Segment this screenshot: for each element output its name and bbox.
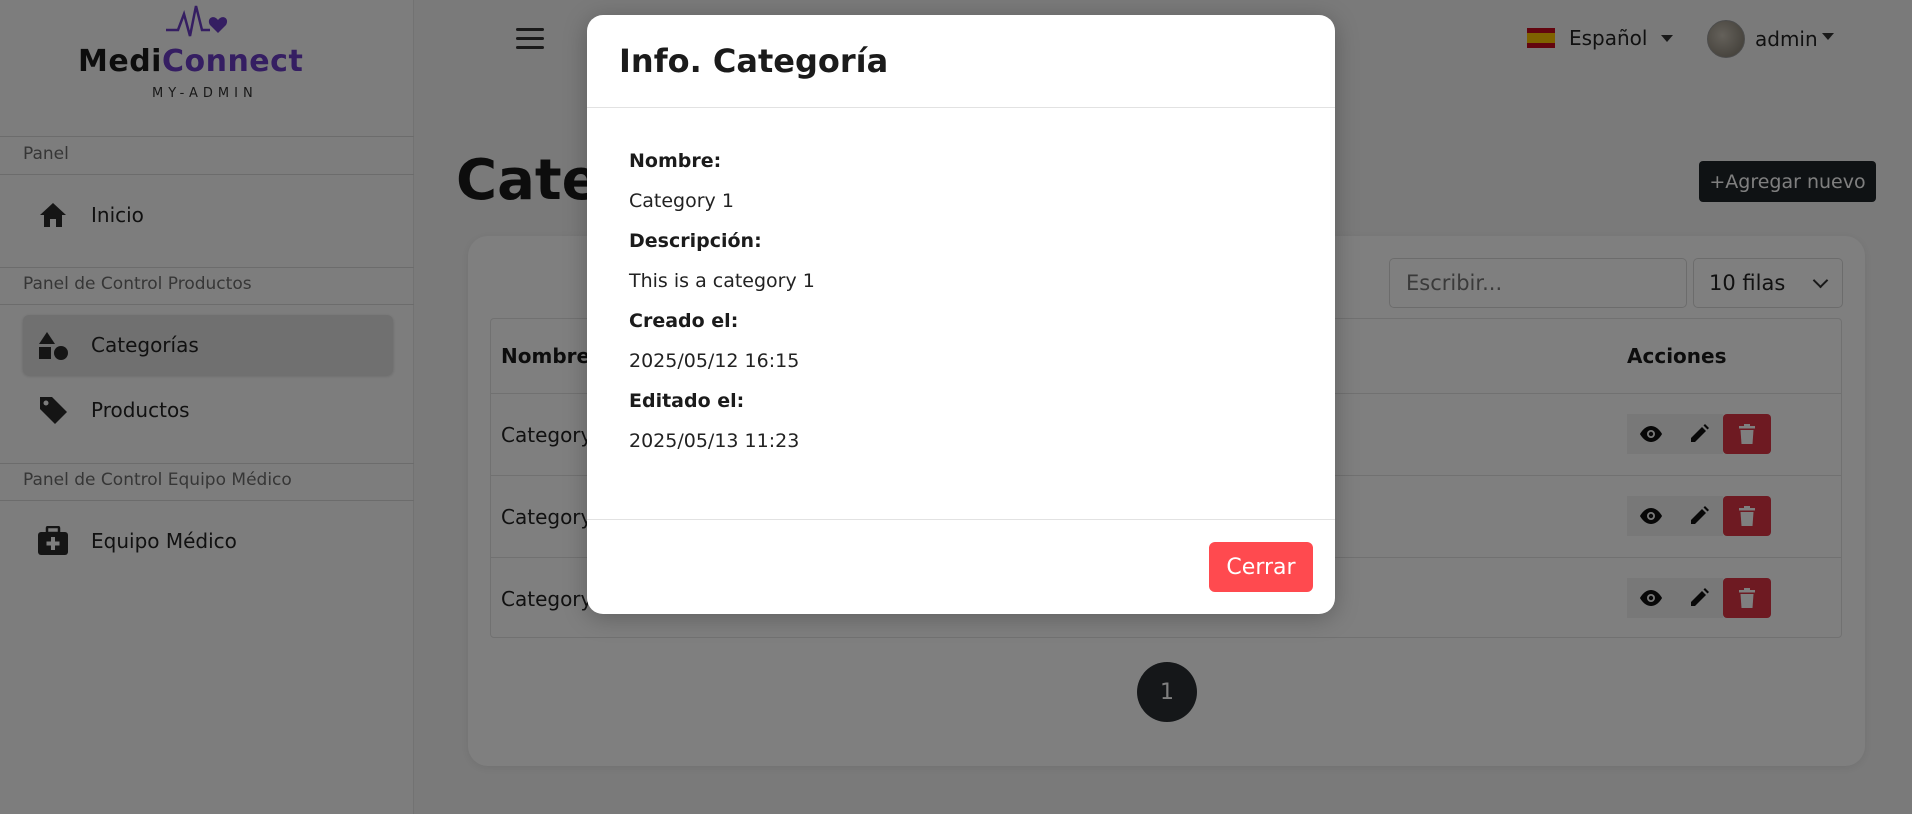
field-value-editado: 2025/05/13 11:23 xyxy=(629,430,800,452)
field-label-descripcion: Descripción: xyxy=(629,230,762,252)
field-value-creado: 2025/05/12 16:15 xyxy=(629,350,800,372)
modal-body: Nombre: Category 1 Descripción: This is … xyxy=(629,149,815,469)
field-label-creado: Creado el: xyxy=(629,310,739,332)
modal-header: Info. Categoría xyxy=(587,15,1335,108)
field-label-nombre: Nombre: xyxy=(629,150,722,172)
modal-title: Info. Categoría xyxy=(619,42,889,80)
field-label-editado: Editado el: xyxy=(629,390,745,412)
close-button[interactable]: Cerrar xyxy=(1209,542,1313,592)
field-value-descripcion: This is a category 1 xyxy=(629,270,815,292)
category-info-modal: Info. Categoría Nombre: Category 1 Descr… xyxy=(587,15,1335,614)
modal-footer: Cerrar xyxy=(587,519,1335,614)
field-value-nombre: Category 1 xyxy=(629,190,734,212)
